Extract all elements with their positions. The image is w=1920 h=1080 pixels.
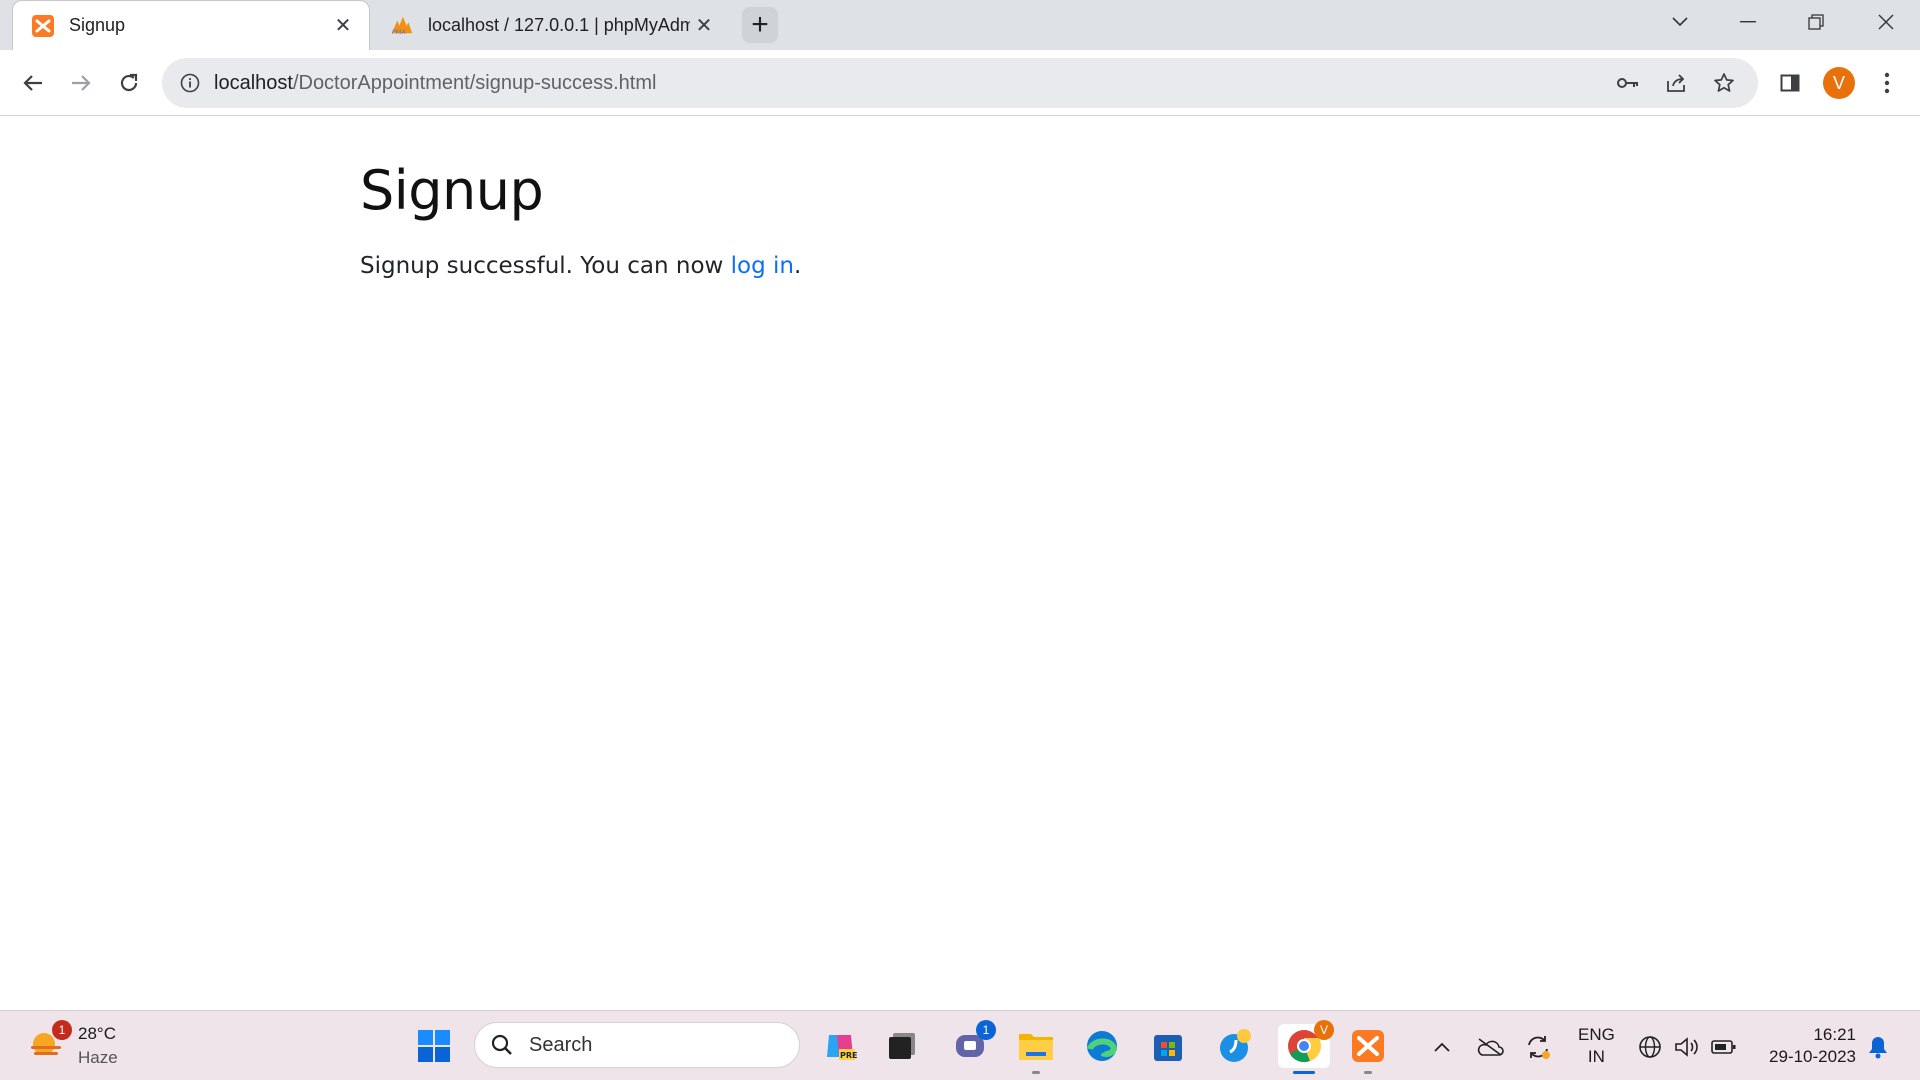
browser-window: Signup ✕ PMA localhost / 127.0.0.1 | php…: [0, 0, 1920, 1010]
language-region: IN: [1587, 1047, 1605, 1066]
page-content: Signup Signup successful. You can now lo…: [0, 117, 1920, 1010]
back-icon[interactable]: [14, 64, 52, 102]
onedrive-icon[interactable]: [1474, 1031, 1506, 1063]
address-bar[interactable]: localhost/DoctorAppointment/signup-succe…: [162, 58, 1758, 108]
weather-temp: 28°C: [78, 1024, 116, 1043]
tab-phpmyadmin[interactable]: PMA localhost / 127.0.0.1 | phpMyAdmin ✕: [372, 0, 730, 50]
forward-icon[interactable]: [62, 64, 100, 102]
close-window-icon[interactable]: [1852, 0, 1920, 44]
system-clock[interactable]: 16:21 29-10-2023: [1760, 1024, 1856, 1068]
volume-icon[interactable]: [1670, 1031, 1702, 1063]
tab-signup[interactable]: Signup ✕: [12, 0, 370, 50]
search-icon: [491, 1034, 512, 1055]
chat-badge: 1: [976, 1020, 996, 1040]
language-code: ENG: [1578, 1025, 1615, 1044]
sync-icon[interactable]: [1522, 1031, 1554, 1063]
url-host: localhost: [214, 71, 293, 94]
task-view-icon[interactable]: [880, 1024, 924, 1068]
chrome-icon[interactable]: V: [1278, 1020, 1334, 1074]
copilot-icon[interactable]: PRE: [818, 1024, 862, 1068]
xampp-icon: [31, 14, 55, 38]
notification-bell-icon[interactable]: [1862, 1031, 1894, 1063]
clock-date: 29-10-2023: [1769, 1047, 1856, 1066]
restore-icon[interactable]: [1782, 0, 1850, 44]
close-icon[interactable]: ✕: [690, 11, 718, 39]
taskbar: 1 28°C Haze Search PRE 1 V ENG IN 16:21 …: [0, 1010, 1920, 1080]
close-icon[interactable]: ✕: [329, 12, 357, 40]
weather-condition: Haze: [78, 1048, 118, 1067]
edge-icon[interactable]: [1080, 1024, 1124, 1068]
tab-search-icon[interactable]: [1646, 0, 1714, 44]
login-link[interactable]: log in: [731, 253, 794, 279]
store-icon[interactable]: [1146, 1024, 1190, 1068]
url-text[interactable]: localhost/DoctorAppointment/signup-succe…: [214, 72, 1600, 95]
message-text: Signup successful. You can now: [360, 253, 731, 279]
search-placeholder: Search: [529, 1033, 593, 1056]
chevron-up-icon[interactable]: [1426, 1031, 1458, 1063]
file-explorer-icon[interactable]: [1014, 1024, 1058, 1074]
taskbar-search[interactable]: Search: [474, 1022, 800, 1068]
weather-haze-icon: 1: [26, 1020, 72, 1066]
weather-widget[interactable]: 1 28°C Haze: [26, 1020, 118, 1071]
xampp-icon[interactable]: [1346, 1024, 1390, 1074]
network-globe-icon[interactable]: [1634, 1031, 1666, 1063]
tab-strip: Signup ✕ PMA localhost / 127.0.0.1 | php…: [0, 0, 1920, 50]
battery-icon[interactable]: [1708, 1031, 1740, 1063]
reload-icon[interactable]: [110, 64, 148, 102]
key-icon[interactable]: [1608, 63, 1648, 103]
profile-avatar[interactable]: V: [1823, 67, 1855, 99]
weather-badge: 1: [52, 1020, 72, 1040]
minimize-icon[interactable]: [1714, 0, 1782, 44]
message-suffix: .: [794, 253, 802, 279]
tab-title: localhost / 127.0.0.1 | phpMyAdmin: [428, 14, 690, 35]
app-icon[interactable]: [1214, 1024, 1258, 1068]
chat-icon[interactable]: 1: [948, 1020, 996, 1068]
page-title: Signup: [360, 159, 544, 222]
site-info-icon[interactable]: [176, 69, 204, 97]
menu-kebab-icon[interactable]: [1868, 64, 1906, 102]
browser-toolbar: localhost/DoctorAppointment/signup-succe…: [0, 50, 1920, 116]
tab-title: Signup: [69, 15, 126, 35]
phpmyadmin-icon: PMA: [390, 13, 414, 37]
chrome-profile-badge: V: [1314, 1020, 1334, 1040]
share-icon[interactable]: [1656, 63, 1696, 103]
bookmark-star-icon[interactable]: [1704, 63, 1744, 103]
signup-message: Signup successful. You can now log in.: [360, 253, 801, 279]
svg-text:PMA: PMA: [392, 28, 406, 36]
svg-text:PRE: PRE: [840, 1051, 857, 1060]
new-tab-button[interactable]: +: [742, 7, 778, 43]
language-indicator[interactable]: ENG IN: [1578, 1024, 1615, 1068]
start-icon[interactable]: [412, 1024, 456, 1068]
side-panel-icon[interactable]: [1771, 64, 1809, 102]
clock-time: 16:21: [1813, 1025, 1856, 1044]
url-path: /DoctorAppointment/signup-success.html: [292, 71, 657, 94]
